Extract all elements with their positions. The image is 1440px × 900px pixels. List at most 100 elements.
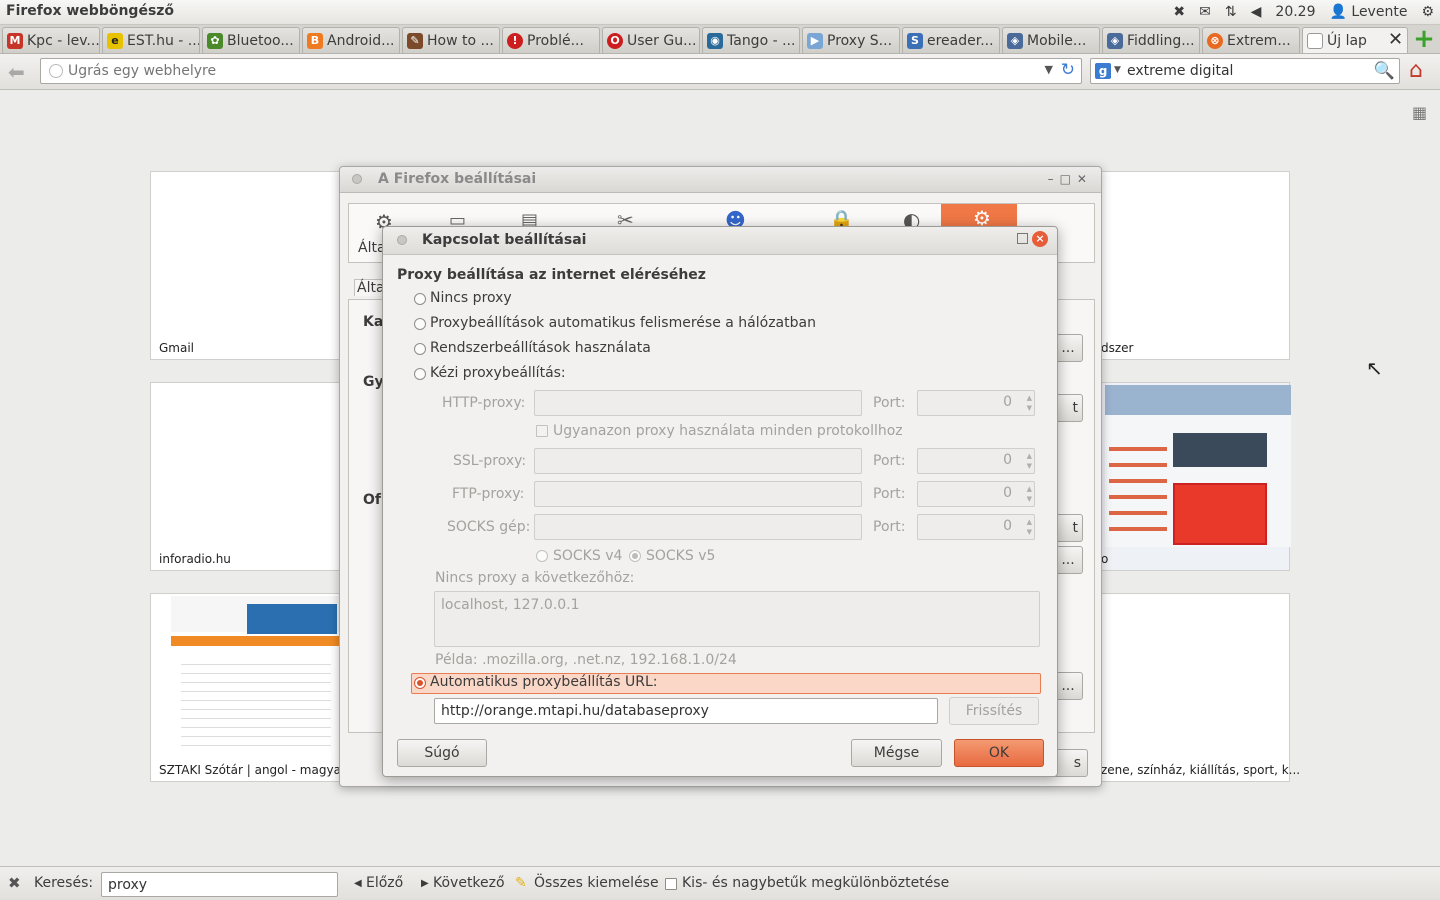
no-proxy-textarea[interactable]: localhost, 127.0.0.1 [434, 591, 1040, 647]
engine-dropdown-icon[interactable]: ▼ [1114, 65, 1121, 75]
site-icon: ✎ [407, 32, 423, 49]
search-bar[interactable]: g ▼ 🔍 [1090, 58, 1400, 84]
radio-manual[interactable] [414, 368, 426, 380]
tile-right-3[interactable]: zene, színház, kiállítás, sport, k... [1100, 593, 1300, 782]
find-input[interactable] [101, 872, 338, 897]
back-arrow-icon[interactable]: ⬅ [8, 60, 25, 84]
new-tab-plus-icon[interactable]: + [1412, 26, 1436, 52]
find-prev-button[interactable]: Előző [366, 875, 403, 891]
tile-right-2[interactable]: o [1100, 382, 1291, 571]
tile-preview-image [171, 596, 341, 756]
url-input[interactable] [68, 61, 1028, 81]
tab-label: User Gu... [627, 32, 697, 49]
section-heading: Gy [363, 374, 384, 390]
gear-icon[interactable]: ⚙ [1421, 2, 1434, 22]
radio-label[interactable]: Kézi proxybeállítás: [430, 365, 566, 381]
reload-icon[interactable]: ↻ [1061, 60, 1075, 80]
same-proxy-checkbox[interactable] [536, 425, 548, 437]
ftp-proxy-input[interactable] [534, 481, 862, 507]
volume-icon[interactable]: ◀ [1251, 2, 1262, 22]
url-dropdown-icon[interactable]: ▼ [1045, 63, 1053, 76]
site-icon: ⊗ [1207, 32, 1223, 49]
url-bar[interactable]: ▼ ↻ [40, 58, 1082, 84]
spinner-arrows-icon[interactable]: ▲ ▼ [1027, 517, 1032, 537]
preferences-titlebar: A Firefox beállításai –□✕ [340, 167, 1101, 193]
auto-proxy-url-input[interactable] [434, 698, 938, 724]
http-proxy-input[interactable] [534, 390, 862, 416]
tab-10[interactable]: Sereader... [902, 27, 1000, 53]
radio-label[interactable]: Rendszerbeállítások használata [430, 340, 651, 356]
ssl-proxy-input[interactable] [534, 448, 862, 474]
grid-toggle-icon[interactable]: ▦ [1412, 103, 1427, 122]
clock[interactable]: 20.29 [1275, 2, 1315, 22]
radio-system-settings[interactable] [414, 343, 426, 355]
user-icon: 👤 [1329, 4, 1347, 20]
network-icon[interactable]: ⇅ [1225, 2, 1237, 22]
spinner-arrows-icon[interactable]: ▲ ▼ [1027, 484, 1032, 504]
find-next-button[interactable]: Következő [433, 875, 505, 891]
search-icon[interactable]: 🔍 [1374, 61, 1395, 81]
tile-inforadio[interactable]: inforadio.hu [150, 382, 340, 571]
ftp-port-stepper[interactable]: 0 ▲ ▼ [917, 481, 1035, 507]
socks-port-stepper[interactable]: 0 ▲ ▼ [917, 514, 1035, 540]
google-icon[interactable]: g [1095, 63, 1111, 79]
tab-label: Proxy S... [827, 32, 893, 49]
help-button[interactable]: Súgó [397, 739, 487, 767]
user-menu[interactable]: 👤 Levente [1330, 2, 1408, 22]
highlight-all-button[interactable]: Összes kiemelése [534, 875, 659, 891]
window-menu-icon[interactable] [397, 235, 407, 245]
tab-3[interactable]: ✿ Bluetoo... [202, 27, 300, 53]
match-case-checkbox[interactable] [665, 878, 677, 890]
close-tab-icon[interactable]: ✕ [1388, 29, 1403, 50]
radio-label[interactable]: Nincs proxy [430, 290, 512, 306]
close-icon[interactable]: × [1032, 231, 1048, 247]
navigation-bar: ⬅ ▼ ↻ g ▼ 🔍 ⌂ [0, 54, 1440, 90]
tab-8[interactable]: ◉ Tango - ... [702, 27, 800, 53]
ssl-port-stepper[interactable]: 0 ▲ ▼ [917, 448, 1035, 474]
tab-9[interactable]: ▶ Proxy S... [802, 27, 900, 53]
socks-host-input[interactable] [534, 514, 862, 540]
http-port-stepper[interactable]: 0 ▲ ▼ [917, 390, 1035, 416]
connection-settings-dialog: Kapcsolat beállításai × Proxy beállítása… [382, 226, 1058, 777]
tab-4[interactable]: B Android... [302, 27, 400, 53]
refresh-button[interactable]: Frissítés [949, 697, 1039, 725]
ok-button[interactable]: OK [954, 739, 1044, 767]
match-case-label[interactable]: Kis- és nagybetűk megkülönböztetése [682, 875, 949, 891]
find-bar: ✖ Keresés: ◀ Előző ▶ Következő ✎ Összes … [0, 866, 1440, 900]
home-icon[interactable]: ⌂ [1409, 58, 1423, 83]
tab-1[interactable]: M Kpc - lev... [2, 27, 100, 53]
radio-label[interactable]: Automatikus proxybeállítás URL: [430, 674, 658, 690]
cancel-button[interactable]: Mégse [851, 739, 942, 767]
tab-5[interactable]: ✎ How to ... [402, 27, 500, 53]
radio-label[interactable]: Proxybeállítások automatikus felismerése… [430, 315, 816, 331]
spinner-arrows-icon[interactable]: ▲ ▼ [1027, 393, 1032, 413]
radio-auto-detect[interactable] [414, 318, 426, 330]
tab-12[interactable]: ◈ Fiddling... [1102, 27, 1200, 53]
button-label: s [1073, 755, 1081, 771]
same-proxy-label: Ugyanazon proxy használata minden protok… [553, 423, 903, 439]
search-input[interactable] [1127, 61, 1367, 81]
tab-7[interactable]: O User Gu... [602, 27, 700, 53]
tab-label: ereader... [927, 32, 994, 49]
tab-6[interactable]: ! Problé... [502, 27, 600, 53]
tile-right-1[interactable]: dszer [1100, 171, 1290, 360]
window-menu-icon[interactable] [352, 174, 362, 184]
tab-2[interactable]: e EST.hu - ... [102, 27, 200, 53]
radio-auto-proxy-url[interactable] [414, 677, 426, 689]
radio-socks-v4[interactable] [536, 550, 548, 562]
radio-socks-v5[interactable] [629, 550, 641, 562]
tab-11[interactable]: ◈ Mobile... [1002, 27, 1100, 53]
tile-sztaki[interactable]: SZTAKI Szótár | angol - magyar fo [150, 593, 361, 782]
close-findbar-icon[interactable]: ✖ [8, 874, 21, 892]
tab-label: Új lap [1327, 32, 1367, 49]
spinner-arrows-icon[interactable]: ▲ ▼ [1027, 451, 1032, 471]
window-controls[interactable]: –□✕ [1048, 172, 1093, 186]
mail-icon[interactable]: ✉ [1199, 2, 1211, 22]
tab-13[interactable]: ⊗ Extrem... [1202, 27, 1300, 53]
radio-no-proxy[interactable] [414, 293, 426, 305]
site-icon: ◈ [1007, 32, 1023, 49]
maximize-icon[interactable] [1017, 233, 1028, 244]
tile-gmail[interactable]: Gmail [150, 171, 340, 360]
dropbox-icon[interactable]: ✖ [1173, 2, 1185, 22]
port-value: 0 [1003, 394, 1012, 410]
